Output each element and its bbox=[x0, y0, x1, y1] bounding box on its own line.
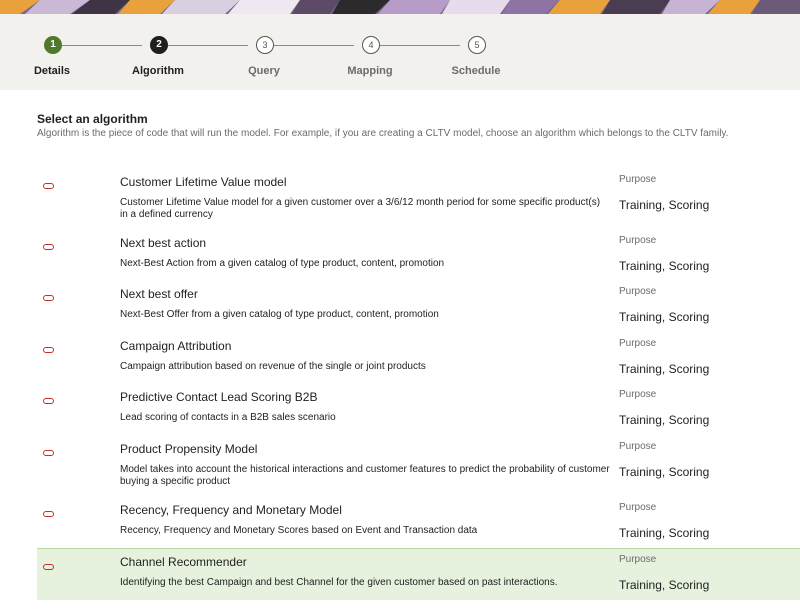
algorithm-name: Customer Lifetime Value model bbox=[120, 175, 287, 189]
step-algorithm-label: Algorithm bbox=[132, 65, 184, 77]
section-description: Algorithm is the piece of code that will… bbox=[37, 128, 729, 139]
algorithm-description: Model takes into account the historical … bbox=[120, 464, 610, 487]
purpose-value: Training, Scoring bbox=[619, 465, 710, 479]
algorithm-name: Channel Recommender bbox=[120, 555, 247, 569]
algorithm-radio[interactable] bbox=[43, 295, 54, 301]
algorithm-radio[interactable] bbox=[43, 244, 54, 250]
step-schedule-number: 5 bbox=[468, 36, 486, 54]
purpose-value: Training, Scoring bbox=[619, 362, 710, 376]
step-query[interactable]: 3 Query bbox=[214, 14, 314, 90]
step-mapping-number: 4 bbox=[362, 36, 380, 54]
algorithm-radio[interactable] bbox=[43, 183, 54, 189]
step-schedule-label: Schedule bbox=[451, 65, 501, 77]
purpose-value: Training, Scoring bbox=[619, 526, 710, 540]
step-mapping-label: Mapping bbox=[347, 65, 393, 77]
algorithm-description: Campaign attribution based on revenue of… bbox=[120, 361, 426, 372]
purpose-value: Training, Scoring bbox=[619, 413, 710, 427]
algorithm-name: Campaign Attribution bbox=[120, 339, 232, 353]
algorithm-row[interactable]: Customer Lifetime Value model Customer L… bbox=[37, 168, 800, 230]
algorithm-name: Next best offer bbox=[120, 287, 198, 301]
algorithm-radio[interactable] bbox=[43, 398, 54, 404]
banner-pattern-image bbox=[0, 0, 800, 14]
algorithm-radio[interactable] bbox=[43, 511, 54, 517]
algorithm-row[interactable]: Next best offer Next-Best Offer from a g… bbox=[37, 281, 800, 333]
algorithm-row[interactable]: Product Propensity Model Model takes int… bbox=[37, 436, 800, 497]
step-mapping[interactable]: 4 Mapping bbox=[320, 14, 420, 90]
algorithm-description: Lead scoring of contacts in a B2B sales … bbox=[120, 412, 336, 423]
algorithm-radio[interactable] bbox=[43, 347, 54, 353]
step-details-label: Details bbox=[33, 65, 71, 77]
purpose-value: Training, Scoring bbox=[619, 259, 710, 273]
algorithm-row-selected[interactable]: Channel Recommender Identifying the best… bbox=[37, 548, 800, 600]
purpose-label: Purpose bbox=[619, 554, 657, 565]
step-details[interactable]: 1 Details bbox=[2, 14, 102, 90]
section-title: Select an algorithm bbox=[37, 112, 148, 126]
algorithm-name: Recency, Frequency and Monetary Model bbox=[120, 503, 342, 517]
algorithm-name: Product Propensity Model bbox=[120, 442, 258, 456]
algorithm-radio[interactable] bbox=[43, 564, 54, 570]
purpose-label: Purpose bbox=[619, 389, 657, 400]
algorithm-radio[interactable] bbox=[43, 450, 54, 456]
algorithm-row[interactable]: Next best action Next-Best Action from a… bbox=[37, 230, 800, 281]
purpose-label: Purpose bbox=[619, 286, 657, 297]
purpose-label: Purpose bbox=[619, 174, 657, 185]
algorithm-description: Identifying the best Campaign and best C… bbox=[120, 577, 558, 588]
algorithm-row[interactable]: Campaign Attribution Campaign attributio… bbox=[37, 333, 800, 384]
purpose-value: Training, Scoring bbox=[619, 578, 710, 592]
algorithm-row[interactable]: Recency, Frequency and Monetary Model Re… bbox=[37, 497, 800, 548]
algorithm-description: Next-Best Action from a given catalog of… bbox=[120, 258, 445, 269]
step-query-label: Query bbox=[248, 65, 280, 77]
purpose-label: Purpose bbox=[619, 338, 657, 349]
algorithm-name: Predictive Contact Lead Scoring B2B bbox=[120, 390, 318, 404]
purpose-label: Purpose bbox=[619, 502, 657, 513]
algorithm-list: Customer Lifetime Value model Customer L… bbox=[37, 168, 800, 600]
purpose-label: Purpose bbox=[619, 235, 657, 246]
step-train: 1 Details 2 Algorithm 3 Query 4 Mapping … bbox=[0, 14, 800, 90]
algorithm-row[interactable]: Predictive Contact Lead Scoring B2B Lead… bbox=[37, 384, 800, 436]
step-algorithm[interactable]: 2 Algorithm bbox=[108, 14, 208, 90]
step-query-number: 3 bbox=[256, 36, 274, 54]
algorithm-description: Recency, Frequency and Monetary Scores b… bbox=[120, 525, 478, 536]
step-schedule[interactable]: 5 Schedule bbox=[426, 14, 526, 90]
step-algorithm-number: 2 bbox=[150, 36, 168, 54]
purpose-label: Purpose bbox=[619, 441, 657, 452]
algorithm-name: Next best action bbox=[120, 236, 207, 250]
purpose-value: Training, Scoring bbox=[619, 198, 710, 212]
step-details-number: 1 bbox=[44, 36, 62, 54]
purpose-value: Training, Scoring bbox=[619, 310, 710, 324]
algorithm-description: Customer Lifetime Value model for a give… bbox=[120, 197, 601, 220]
decorative-banner bbox=[0, 0, 800, 14]
algorithm-description: Next-Best Offer from a given catalog of … bbox=[120, 309, 439, 320]
